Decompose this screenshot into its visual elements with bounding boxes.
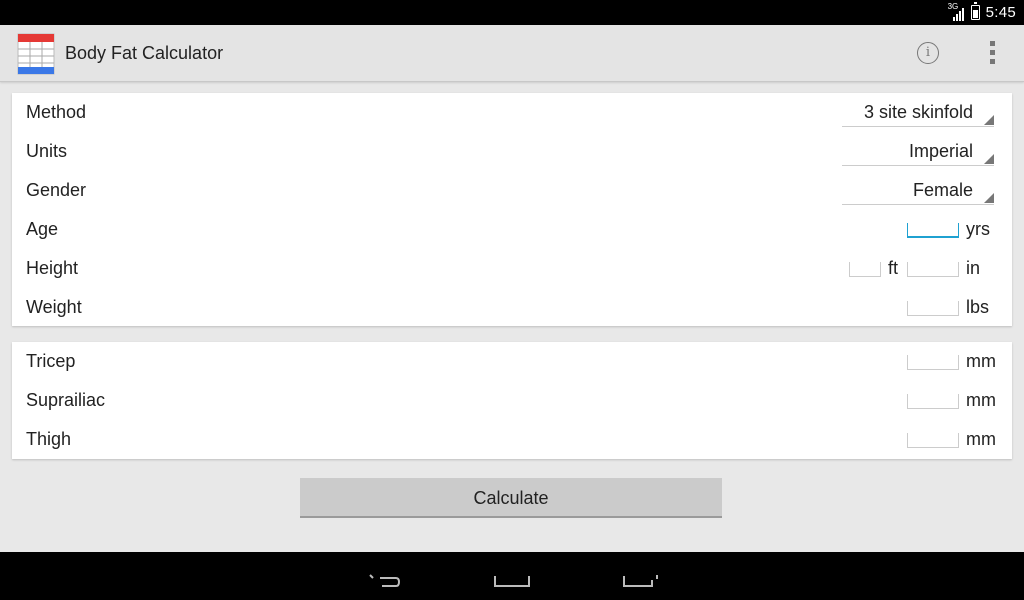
tricep-input[interactable] <box>907 355 959 370</box>
home-icon[interactable] <box>494 574 530 588</box>
weight-unit: lbs <box>966 297 990 317</box>
method-label: Method <box>26 102 87 122</box>
suprailiac-unit: mm <box>966 390 996 410</box>
navigation-bar <box>0 552 1024 600</box>
gender-value: Female <box>912 180 973 200</box>
back-icon[interactable] <box>368 574 402 588</box>
thigh-input[interactable] <box>907 433 959 448</box>
status-bar: 3G 5:45 <box>0 0 1024 25</box>
app-title: Body Fat Calculator <box>65 43 224 63</box>
dropdown-arrow-icon <box>984 193 994 203</box>
suprailiac-label: Suprailiac <box>26 390 106 410</box>
action-bar: Body Fat Calculator i <box>0 25 1024 82</box>
calculate-button[interactable]: Calculate <box>300 478 722 518</box>
thigh-unit: mm <box>966 429 996 449</box>
units-row: Units Imperial <box>12 132 1012 171</box>
gender-spinner[interactable]: Female <box>842 171 994 205</box>
status-icons: 3G 5:45 <box>948 0 1016 25</box>
dropdown-arrow-icon <box>984 154 994 164</box>
dropdown-arrow-icon <box>984 115 994 125</box>
age-label: Age <box>26 219 59 239</box>
units-value: Imperial <box>908 141 973 161</box>
height-row: Height ft in <box>12 249 1012 288</box>
height-in-input[interactable] <box>907 262 959 277</box>
suprailiac-input[interactable] <box>907 394 959 409</box>
method-value: 3 site skinfold <box>863 102 973 122</box>
weight-row: Weight lbs <box>12 288 1012 327</box>
units-spinner[interactable]: Imperial <box>842 132 994 166</box>
height-ft-unit: ft <box>888 258 899 278</box>
weight-label: Weight <box>26 297 82 317</box>
age-row: Age yrs <box>12 210 1012 249</box>
tricep-row: Tricep mm <box>12 342 1012 381</box>
tricep-label: Tricep <box>26 351 76 371</box>
height-label: Height <box>26 258 79 278</box>
weight-input[interactable] <box>907 301 959 316</box>
recents-icon[interactable] <box>623 574 659 588</box>
thigh-label: Thigh <box>26 429 72 449</box>
thigh-row: Thigh mm <box>12 420 1012 459</box>
height-in-unit: in <box>966 258 981 278</box>
status-time: 5:45 <box>985 4 1016 21</box>
units-label: Units <box>26 141 68 161</box>
overflow-menu-icon[interactable] <box>984 41 1000 67</box>
battery-icon <box>970 2 980 20</box>
height-ft-input[interactable] <box>849 262 881 277</box>
age-input[interactable] <box>907 223 959 238</box>
gender-label: Gender <box>26 180 87 200</box>
info-icon[interactable]: i <box>917 42 939 64</box>
signal-icon: 3G <box>948 2 965 22</box>
app-table-icon <box>17 33 55 75</box>
tricep-unit: mm <box>966 351 996 371</box>
method-spinner[interactable]: 3 site skinfold <box>842 93 994 127</box>
age-unit: yrs <box>966 219 990 239</box>
gender-row: Gender Female <box>12 171 1012 210</box>
details-card: Method 3 site skinfold Units Imperial Ge… <box>12 93 1012 326</box>
suprailiac-row: Suprailiac mm <box>12 381 1012 420</box>
skinfold-card: Tricep mm Suprailiac mm Thigh mm <box>12 342 1012 459</box>
method-row: Method 3 site skinfold <box>12 93 1012 132</box>
